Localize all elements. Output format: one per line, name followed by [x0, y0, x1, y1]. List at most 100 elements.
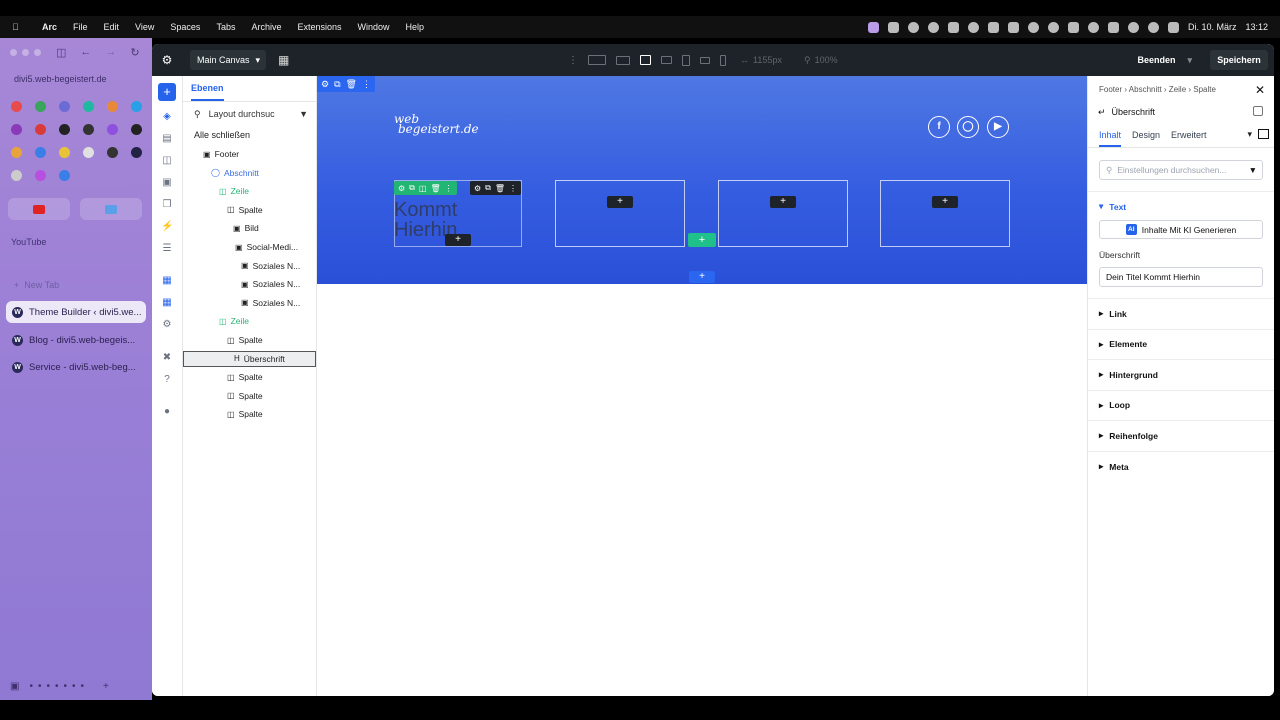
tools-icon[interactable]: ✖	[161, 352, 173, 364]
portability-icon[interactable]: ▦	[161, 275, 173, 287]
favorite-icon[interactable]	[107, 101, 118, 112]
back-arrow-icon[interactable]: ←	[80, 46, 91, 59]
pinned-youtube[interactable]	[8, 198, 70, 220]
group-text[interactable]: ▾ Text	[1088, 191, 1274, 221]
ai-generate-button[interactable]: AI Inhalte Mit KI Generieren	[1099, 220, 1263, 239]
space-dots[interactable]: •••••••	[29, 681, 89, 692]
menu-view[interactable]: View	[135, 22, 154, 32]
favorite-icon[interactable]	[83, 124, 94, 135]
layer-module[interactable]: ▣ Soziales N...	[241, 295, 300, 311]
vimeo-icon[interactable]	[947, 21, 959, 33]
menu-file[interactable]: File	[73, 22, 88, 32]
tablet-icon[interactable]	[682, 54, 690, 66]
footer-section[interactable]: ⚙ ⧉ 🗑 ⋮ web begeistert.de f ◯ ▶ Kommt Hi…	[317, 76, 1087, 284]
chrome-icon[interactable]	[907, 21, 919, 33]
width-field[interactable]: ↔ 1155px	[736, 51, 790, 69]
lightning-icon[interactable]: ⚡	[161, 221, 173, 233]
trash-icon[interactable]: 🗑	[495, 184, 505, 193]
clipboard-icon[interactable]	[1007, 21, 1019, 33]
favorite-icon[interactable]	[11, 101, 22, 112]
favorite-icon[interactable]	[83, 101, 94, 112]
menubar-time[interactable]: 13:12	[1245, 22, 1268, 32]
copy-icon[interactable]	[1253, 106, 1263, 116]
favorite-icon[interactable]	[59, 170, 70, 181]
page-settings-icon[interactable]: ⚙	[161, 319, 173, 331]
layer-section[interactable]: ◯ Abschnitt	[211, 165, 259, 181]
add-module-button[interactable]: +	[158, 83, 176, 101]
expand-panel-icon[interactable]	[1258, 129, 1269, 139]
layers-icon[interactable]: ◈	[161, 111, 173, 123]
chevron-down-icon[interactable]: ▾	[1187, 55, 1192, 66]
favorite-icon[interactable]	[59, 101, 70, 112]
favorite-icon[interactable]	[59, 124, 70, 135]
builder-canvas[interactable]: ⚙ ⧉ 🗑 ⋮ web begeistert.de f ◯ ▶ Kommt Hi…	[317, 76, 1087, 696]
zoom-window-icon[interactable]	[34, 49, 41, 56]
wifi-icon[interactable]	[1127, 21, 1139, 33]
close-icon[interactable]: ✕	[1255, 83, 1265, 97]
favorite-icon[interactable]	[131, 147, 142, 158]
layer-module[interactable]: ▣ Social-Medi...	[235, 239, 298, 255]
archive-icon[interactable]: ▣	[10, 681, 19, 692]
layer-column[interactable]: ◫ Spalte	[227, 406, 263, 422]
favorite-icon[interactable]	[131, 124, 142, 135]
url-bar[interactable]: divi5.web-begeistert.de	[14, 74, 107, 84]
favorite-icon[interactable]	[35, 124, 46, 135]
battery-icon[interactable]	[1107, 21, 1119, 33]
add-module-button[interactable]: +	[932, 196, 958, 208]
sync-icon[interactable]	[967, 21, 979, 33]
layer-column[interactable]: ◫ Spalte	[227, 332, 263, 348]
menu-help[interactable]: Help	[406, 22, 425, 32]
group-reihenfolge[interactable]: ▸ Reihenfolge	[1088, 420, 1274, 450]
settings-search[interactable]: ⚲ Einstellungen durchsuchen... ▼	[1099, 160, 1263, 180]
tab-design[interactable]: Design	[1132, 126, 1160, 147]
apple-icon[interactable]: 	[12, 22, 26, 32]
favorite-icon[interactable]	[83, 147, 94, 158]
camera-icon[interactable]	[887, 21, 899, 33]
layer-module[interactable]: ▣ Soziales N...	[241, 258, 300, 274]
favorite-icon[interactable]	[11, 147, 22, 158]
group-meta[interactable]: ▸ Meta	[1088, 451, 1274, 481]
heading-field[interactable]: Dein Titel Kommt Hierhin	[1099, 267, 1263, 287]
duplicate-icon[interactable]: ⧉	[334, 79, 340, 90]
group-elemente[interactable]: ▸ Elemente	[1088, 328, 1274, 359]
cloud-icon[interactable]	[927, 21, 939, 33]
save-button[interactable]: Speichern	[1210, 50, 1268, 70]
list-icon[interactable]: ☰	[161, 243, 173, 255]
folder-label[interactable]: YouTube	[11, 237, 46, 247]
pages-icon[interactable]: ❐	[161, 199, 173, 211]
tab-blog[interactable]: W Blog - divi5.web-begeis...	[6, 329, 146, 351]
menu-archive[interactable]: Archive	[251, 22, 281, 32]
layers-search[interactable]: ⚲ Layout durchsuc ▼	[187, 104, 312, 124]
menu-tabs[interactable]: Tabs	[216, 22, 235, 32]
shield-icon[interactable]	[1027, 21, 1039, 33]
favorite-icon[interactable]	[35, 101, 46, 112]
trash-icon[interactable]: 🗑	[346, 79, 357, 90]
layers-search-input[interactable]: Layout durchsuc	[209, 109, 275, 119]
add-row-button[interactable]: +	[688, 233, 716, 247]
layer-column[interactable]: ◫ Spalte	[227, 388, 263, 404]
group-loop[interactable]: ▸ Loop	[1088, 389, 1274, 420]
tab-content[interactable]: Inhalt	[1099, 126, 1122, 147]
site-logo[interactable]: web begeistert.de	[394, 113, 479, 135]
favorite-icon[interactable]	[35, 147, 46, 158]
column-3[interactable]	[718, 180, 848, 247]
layer-column[interactable]: ◫ Spalte	[227, 202, 263, 218]
add-module-button[interactable]: +	[770, 196, 796, 208]
pinned-app[interactable]	[80, 198, 142, 220]
favorite-icon[interactable]	[107, 124, 118, 135]
menu-extensions[interactable]: Extensions	[297, 22, 341, 32]
layer-module[interactable]: ▣ Soziales N...	[241, 276, 300, 292]
search-icon[interactable]	[1147, 21, 1159, 33]
column-4[interactable]	[880, 180, 1010, 247]
forward-arrow-icon[interactable]: →	[105, 46, 116, 59]
settings-icon[interactable]: ⚙	[321, 79, 329, 90]
menu-extra-icon[interactable]	[1067, 21, 1079, 33]
library-icon[interactable]: ▤	[161, 133, 173, 145]
exit-button[interactable]: Beenden ▾	[1129, 50, 1200, 70]
database-icon[interactable]: ◫	[161, 155, 173, 167]
toggle-icon[interactable]: ●	[161, 406, 173, 418]
grid-icon[interactable]: ▦	[278, 53, 289, 67]
screen-record-icon[interactable]	[867, 21, 879, 33]
columns-icon[interactable]: ◫	[419, 184, 427, 193]
favorite-icon[interactable]	[11, 124, 22, 135]
